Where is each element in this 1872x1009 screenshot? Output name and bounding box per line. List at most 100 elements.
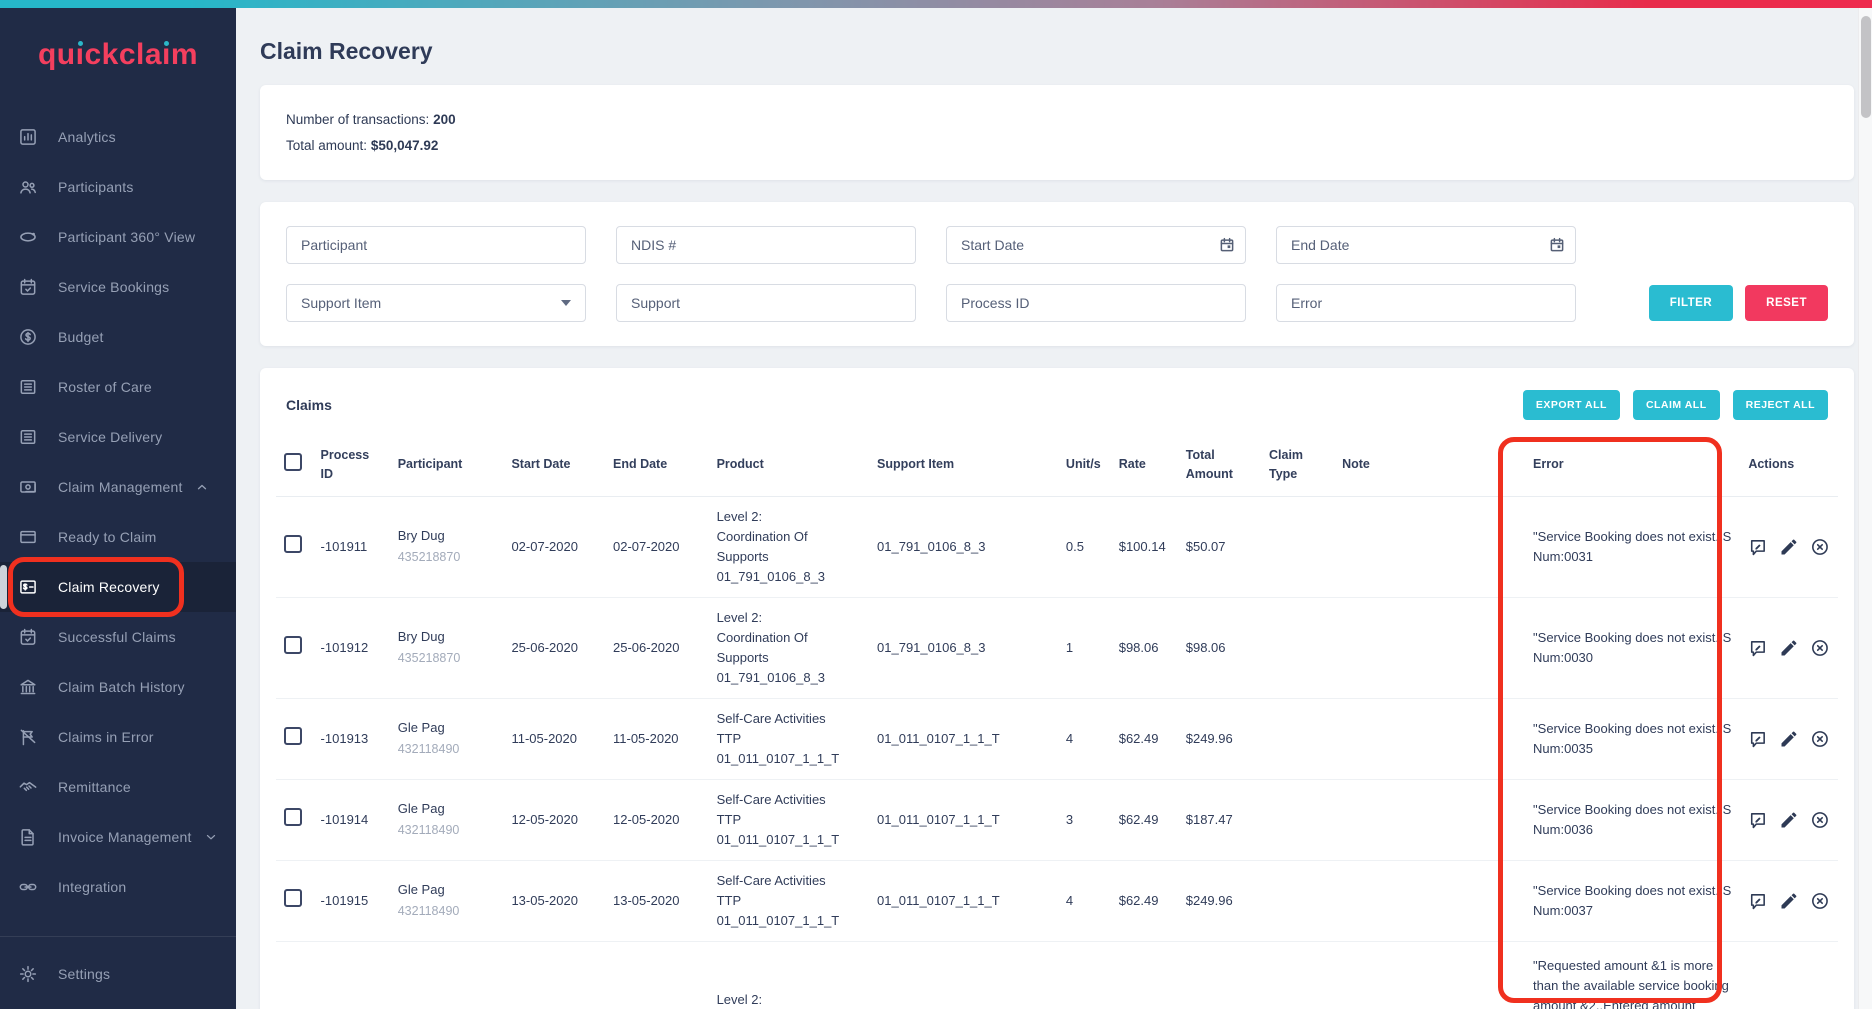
reject-claim-icon[interactable] [1810, 537, 1830, 557]
end-date-cell: 12-05-2020 [605, 779, 709, 860]
total-amount-cell: $187.47 [1178, 779, 1261, 860]
sidebar-item-label: Participant 360° View [58, 229, 195, 245]
support-item-cell [869, 941, 1058, 1009]
sidebar-item-integration[interactable]: Integration [0, 862, 236, 912]
note-edit-icon[interactable] [1748, 638, 1768, 658]
end-date-filter-field [1276, 226, 1576, 264]
calendar-check-icon [18, 627, 38, 647]
sidebar-item-budget[interactable]: Budget [0, 312, 236, 362]
top-gradient-bar [0, 0, 1872, 8]
sidebar-item-settings[interactable]: Settings [0, 949, 236, 999]
table-header-row: Process ID Participant Start Date End Da… [276, 436, 1838, 496]
sidebar-item-claims-in-error[interactable]: Claims in Error [0, 712, 236, 762]
support-item-select[interactable]: Support Item [286, 284, 586, 322]
sidebar-item-remittance[interactable]: Remittance [0, 762, 236, 812]
sidebar-item-invoice-management[interactable]: Invoice Management [0, 812, 236, 862]
process-id-filter-input[interactable] [946, 284, 1246, 322]
process-id-cell [313, 941, 390, 1009]
end-date-cell: 11-05-2020 [605, 698, 709, 779]
col-participant: Participant [390, 436, 504, 496]
sidebar-item-label: Claim Recovery [58, 579, 160, 595]
document-icon [18, 827, 38, 847]
analytics-icon [18, 127, 38, 147]
calendar-icon[interactable] [1218, 236, 1236, 254]
row-checkbox[interactable] [284, 535, 302, 553]
filter-button[interactable]: FILTER [1649, 285, 1733, 321]
calendar-check-icon [18, 277, 38, 297]
participant-cell: Gle Pag 432118490 [390, 779, 504, 860]
participant-filter-input[interactable] [286, 226, 586, 264]
reject-claim-icon[interactable] [1810, 638, 1830, 658]
note-cell [1334, 941, 1525, 1009]
end-date-input[interactable] [1276, 226, 1576, 264]
claims-card: Claims EXPORT ALL CLAIM ALL REJECT ALL [260, 368, 1854, 1009]
error-cell: "Service Booking does not exist.;S Num:0… [1525, 860, 1740, 941]
select-all-checkbox[interactable] [284, 453, 302, 471]
row-checkbox[interactable] [284, 889, 302, 907]
sidebar-item-label: Participants [58, 179, 134, 195]
error-filter-input[interactable] [1276, 284, 1576, 322]
sidebar-item-claim-management[interactable]: Claim Management [0, 462, 236, 512]
transactions-summary: Number of transactions: 200 [286, 109, 1828, 130]
sidebar-item-label: Roster of Care [58, 379, 152, 395]
rate-cell [1111, 941, 1178, 1009]
sidebar-item-analytics[interactable]: Analytics [0, 112, 236, 162]
sidebar-item-service-delivery[interactable]: Service Delivery [0, 412, 236, 462]
note-edit-icon[interactable] [1748, 537, 1768, 557]
row-checkbox[interactable] [284, 808, 302, 826]
money-card-icon [18, 477, 38, 497]
actions-cell [1740, 496, 1838, 597]
sidebar-item-service-bookings[interactable]: Service Bookings [0, 262, 236, 312]
note-edit-icon[interactable] [1748, 810, 1768, 830]
ndis-filter-input[interactable] [616, 226, 916, 264]
table-row: -101912 Bry Dug 435218870 25-06-2020 25-… [276, 597, 1838, 698]
total-amount-cell: $249.96 [1178, 698, 1261, 779]
sidebar-item-successful-claims[interactable]: Successful Claims [0, 612, 236, 662]
reject-claim-icon[interactable] [1810, 729, 1830, 749]
row-checkbox[interactable] [284, 727, 302, 745]
claim-type-cell [1261, 860, 1334, 941]
product-cell: Level 2: Coordination Of Supports 01_791… [709, 597, 869, 698]
card-icon [18, 527, 38, 547]
edit-pencil-icon[interactable] [1779, 891, 1799, 911]
table-row: -101914 Gle Pag 432118490 12-05-2020 12-… [276, 779, 1838, 860]
orbit-icon [18, 227, 38, 247]
sidebar-item-claim-batch-history[interactable]: Claim Batch History [0, 662, 236, 712]
row-checkbox[interactable] [284, 636, 302, 654]
sidebar-item-participants[interactable]: Participants [0, 162, 236, 212]
sidebar-item-label: Service Delivery [58, 429, 162, 445]
col-rate: Rate [1111, 436, 1178, 496]
ndis-number: 435218870 [398, 547, 496, 567]
edit-pencil-icon[interactable] [1779, 638, 1799, 658]
sidebar-item-roster-of-care[interactable]: Roster of Care [0, 362, 236, 412]
sidebar-item-participant-360-view[interactable]: Participant 360° View [0, 212, 236, 262]
edit-pencil-icon[interactable] [1779, 537, 1799, 557]
list-icon [18, 377, 38, 397]
sidebar-item-label: Analytics [58, 129, 116, 145]
note-edit-icon[interactable] [1748, 891, 1768, 911]
reject-claim-icon[interactable] [1810, 891, 1830, 911]
edit-pencil-icon[interactable] [1779, 810, 1799, 830]
calendar-icon[interactable] [1548, 236, 1566, 254]
reject-all-button[interactable]: REJECT ALL [1733, 390, 1828, 420]
process-id-cell: -101915 [313, 860, 390, 941]
edit-pencil-icon[interactable] [1779, 729, 1799, 749]
support-filter-input[interactable] [616, 284, 916, 322]
summary-card: Number of transactions: 200 Total amount… [260, 85, 1854, 180]
col-units: Unit/s [1058, 436, 1111, 496]
sidebar-item-claim-recovery[interactable]: Claim Recovery [0, 562, 236, 612]
process-id-cell: -101911 [313, 496, 390, 597]
start-date-input[interactable] [946, 226, 1246, 264]
sidebar-item-ready-to-claim[interactable]: Ready to Claim [0, 512, 236, 562]
export-all-button[interactable]: EXPORT ALL [1523, 390, 1620, 420]
reset-button[interactable]: RESET [1745, 285, 1828, 321]
claim-all-button[interactable]: CLAIM ALL [1633, 390, 1720, 420]
error-cell: "Service Booking does not exist.;S Num:0… [1525, 496, 1740, 597]
page-scrollbar-thumb[interactable] [1861, 16, 1871, 118]
product-cell: Self-Care Activities TTP 01_011_0107_1_1… [709, 698, 869, 779]
bank-icon [18, 677, 38, 697]
product-cell: Level 2: Coordination Of Supports 01_791… [709, 496, 869, 597]
reject-claim-icon[interactable] [1810, 810, 1830, 830]
note-edit-icon[interactable] [1748, 729, 1768, 749]
table-row: -101913 Gle Pag 432118490 11-05-2020 11-… [276, 698, 1838, 779]
